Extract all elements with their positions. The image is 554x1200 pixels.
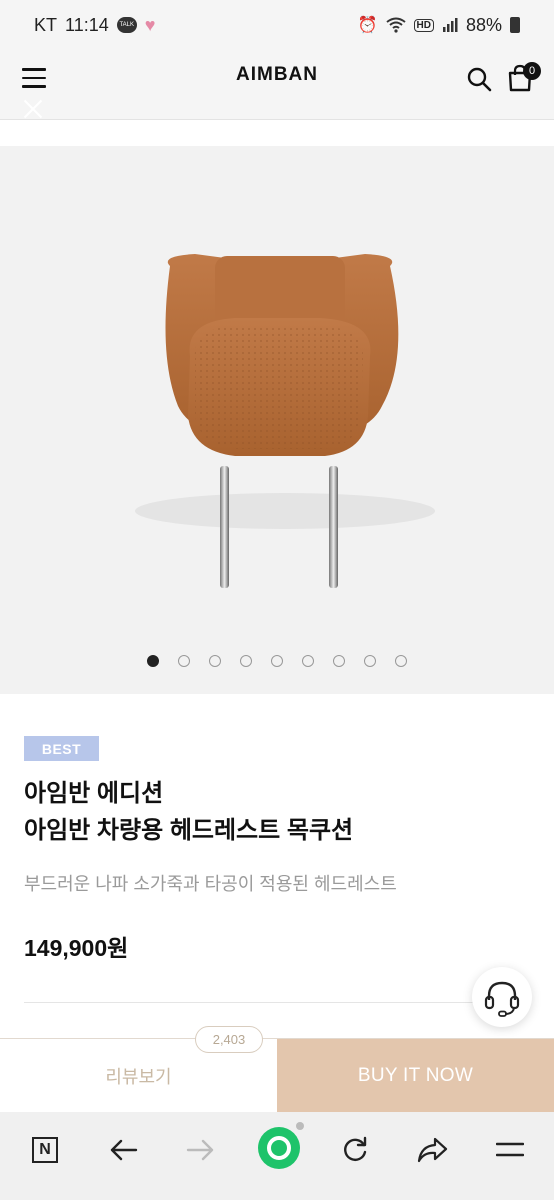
carrier-label: KT	[34, 14, 58, 35]
browser-menu-button[interactable]	[490, 1130, 530, 1170]
review-count-badge: 2,403	[195, 1026, 263, 1053]
site-header: AIMBAN 0	[0, 50, 554, 120]
arrow-right-icon	[186, 1139, 214, 1161]
product-title: 아임반 에디션 아임반 차량용 헤드레스트 목쿠션	[24, 775, 353, 849]
share-button[interactable]	[412, 1130, 452, 1170]
hd-voice-icon: HD	[413, 18, 434, 32]
divider	[24, 1002, 530, 1003]
carousel-dot[interactable]	[302, 655, 314, 667]
status-left: KT 11:14 TALK ♥	[34, 15, 155, 36]
heart-icon: ♥	[144, 14, 156, 35]
buy-now-button[interactable]: BUY IT NOW	[277, 1039, 554, 1113]
carousel-dot[interactable]	[395, 655, 407, 667]
carousel-dot[interactable]	[271, 655, 283, 667]
carousel-dot[interactable]	[364, 655, 376, 667]
alarm-icon: ⏰	[357, 17, 378, 34]
best-badge: BEST	[24, 736, 99, 761]
share-icon	[417, 1137, 448, 1163]
menu-lines-icon	[496, 1142, 524, 1157]
forward-button[interactable]	[181, 1130, 221, 1170]
naver-n-icon: N	[32, 1137, 58, 1163]
headset-icon	[484, 981, 520, 1017]
product-title-line2: 아임반 차량용 헤드레스트 목쿠션	[24, 817, 354, 844]
green-dot-icon	[258, 1127, 300, 1169]
browser-toolbar: N	[0, 1112, 554, 1200]
battery-percent: 88%	[465, 14, 502, 35]
time-label: 11:14	[65, 14, 109, 35]
refresh-icon	[344, 1136, 367, 1161]
arrow-left-icon	[110, 1139, 138, 1161]
cart-count-badge: 0	[523, 62, 541, 80]
carousel-dot[interactable]	[147, 655, 159, 667]
green-dot-button[interactable]	[257, 1126, 301, 1170]
purchase-action-bar: 리뷰보기 BUY IT NOW 2,403	[0, 1026, 554, 1113]
carousel-pagination	[0, 655, 554, 667]
talk-notification-icon: TALK	[116, 17, 137, 33]
carousel-dot[interactable]	[178, 655, 190, 667]
customer-support-button[interactable]	[472, 967, 532, 1027]
wifi-icon	[385, 17, 406, 33]
carousel-dot[interactable]	[333, 655, 345, 667]
product-title-line1: 아임반 에디션	[24, 780, 164, 807]
product-image-carousel[interactable]	[0, 146, 554, 694]
back-button[interactable]	[103, 1130, 143, 1170]
close-icon[interactable]	[22, 98, 44, 120]
product-description: 부드러운 나파 소가죽과 타공이 적용된 헤드레스트	[24, 874, 397, 894]
status-bar: KT 11:14 TALK ♥ ⏰ HD 88%	[0, 0, 554, 50]
naver-home-button[interactable]: N	[25, 1130, 65, 1170]
status-right: ⏰ HD 88%	[358, 15, 520, 36]
carousel-dot[interactable]	[240, 655, 252, 667]
headrest-product-photo	[135, 254, 435, 588]
signal-icon	[442, 18, 458, 32]
product-price: 149,900원	[24, 935, 129, 961]
search-icon[interactable]	[466, 66, 492, 92]
battery-icon	[510, 17, 520, 33]
refresh-button[interactable]	[335, 1130, 375, 1170]
carousel-dot[interactable]	[209, 655, 221, 667]
